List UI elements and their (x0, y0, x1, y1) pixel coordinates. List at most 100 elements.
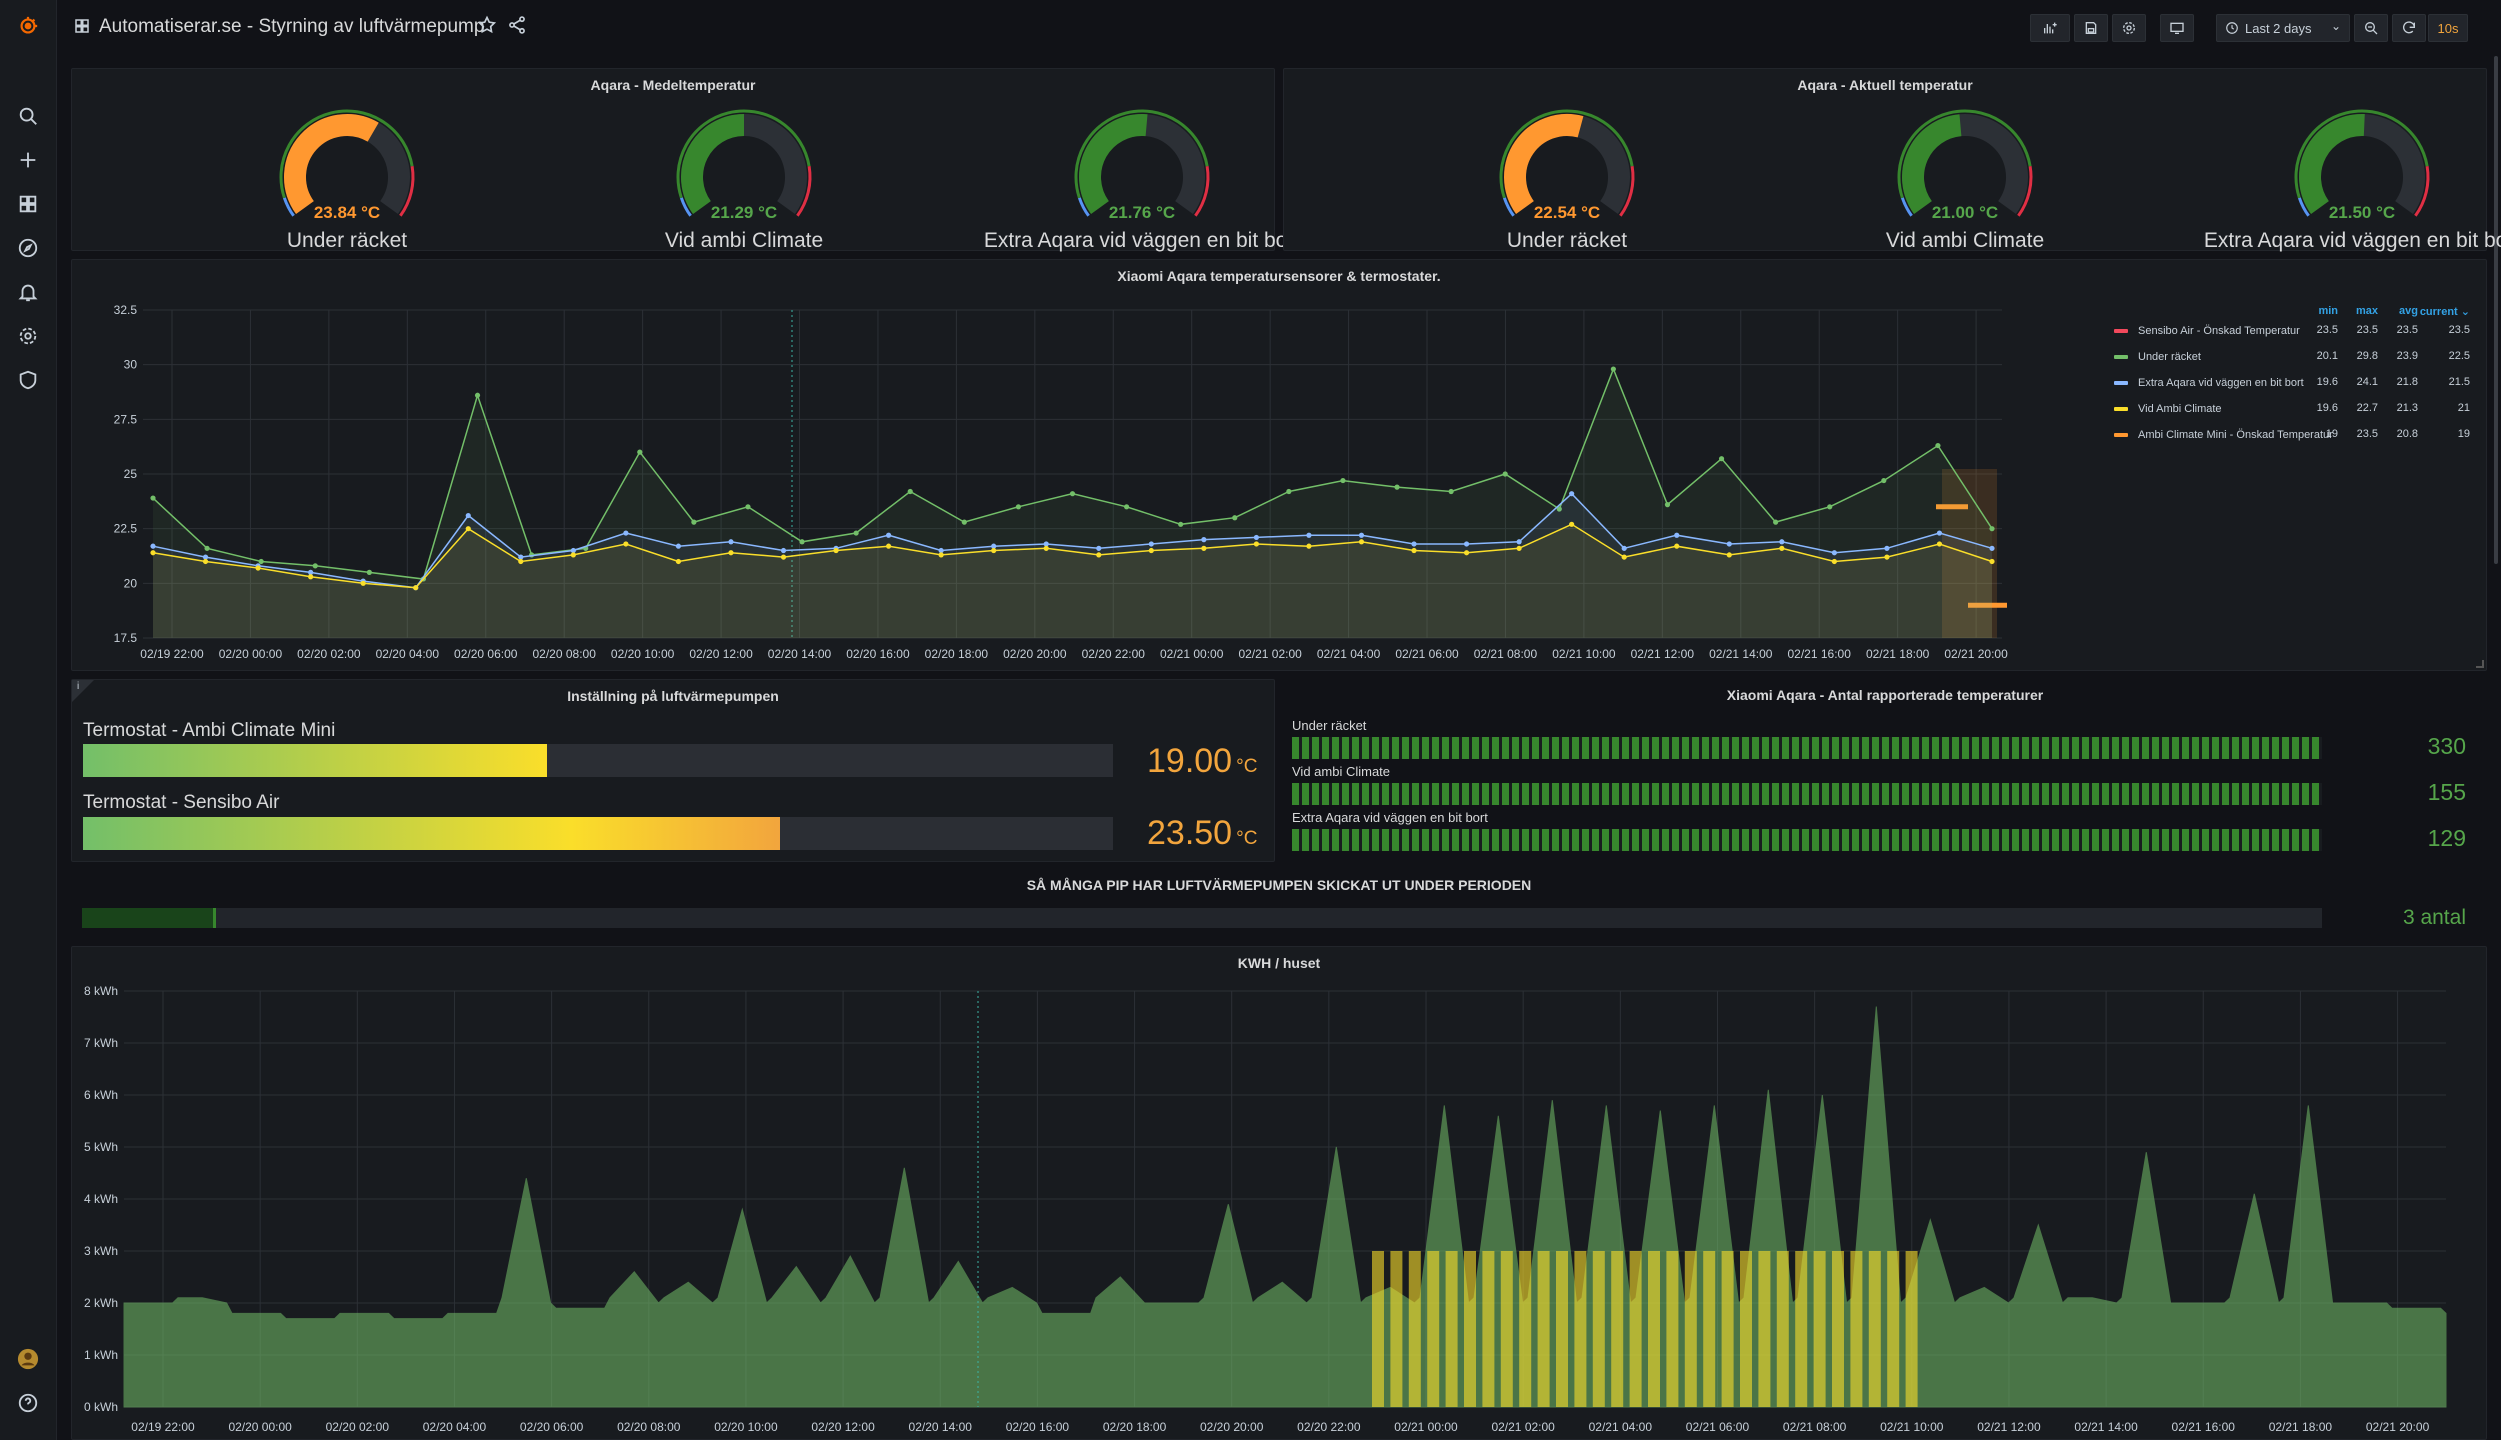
x-tick-label: 02/20 20:00 (1200, 1420, 1264, 1434)
bar-value-ambi-number: 19.00 (1147, 742, 1233, 780)
legend-value-avg: 23.5 (2396, 324, 2418, 336)
y-tick-label: 25 (124, 467, 138, 481)
alerting-bell-icon[interactable] (14, 278, 42, 306)
data-point (413, 585, 419, 591)
y-tick-label: 22.5 (114, 522, 138, 536)
count-bar-vid-ambi (1292, 783, 2322, 805)
gauge-label: Under räcket (1506, 229, 1628, 252)
panel-thermostat-settings: i Inställning på luftvärmepumpen Termost… (71, 679, 1275, 862)
x-tick-label: 02/20 04:00 (376, 647, 440, 661)
legend-item[interactable]: Under räcket (2114, 348, 2201, 366)
data-point (907, 488, 913, 495)
x-tick-label: 02/21 12:00 (1977, 1420, 2041, 1434)
star-icon[interactable] (477, 15, 497, 35)
pips-bar-gauge (82, 908, 2322, 928)
x-tick-label: 02/20 04:00 (423, 1420, 487, 1434)
help-icon[interactable] (14, 1389, 42, 1417)
data-point (1674, 543, 1680, 549)
explore-compass-icon[interactable] (14, 234, 42, 262)
legend-header-current-label: current (2419, 306, 2458, 318)
y-tick-label: 3 kWh (84, 1244, 118, 1258)
legend-swatch (2114, 381, 2128, 385)
panel-resize-handle[interactable] (2476, 660, 2484, 668)
add-panel-button[interactable] (2030, 14, 2070, 42)
data-point (360, 580, 366, 586)
data-point (1411, 547, 1417, 554)
legend-swatch (2114, 329, 2128, 333)
data-point (637, 449, 643, 455)
legend-item[interactable]: Extra Aqara vid väggen en bit bort (2114, 374, 2304, 392)
gauge-label: Vid ambi Climate (1885, 229, 2045, 252)
dashboard-title[interactable]: Automatiserar.se - Styrning av luftvärme… (99, 16, 484, 38)
data-point (474, 392, 481, 398)
configuration-gear-icon[interactable] (14, 322, 42, 350)
y-tick-label: 0 kWh (84, 1400, 118, 1414)
panel-avg-temperature: Aqara - Medeltemperatur 23.84 °C Under r… (71, 68, 1300, 252)
search-icon[interactable] (14, 102, 42, 130)
share-icon[interactable] (507, 15, 527, 35)
gauge-label: Under räcket (286, 229, 408, 252)
heating-bar (1537, 1251, 1550, 1407)
data-point (1674, 532, 1680, 538)
x-tick-label: 02/20 18:00 (925, 647, 989, 661)
legend-value-min: 23.5 (2316, 324, 2338, 336)
data-point (1516, 539, 1522, 545)
kwh-area (123, 1006, 2447, 1408)
bar-value-ambi: 19.00 °C (1147, 742, 1257, 781)
legend-value-max: 23.5 (2356, 324, 2378, 336)
legend-item[interactable]: Sensibo Air - Önskad Temperatur (2114, 322, 2300, 340)
data-point (1015, 504, 1022, 510)
cycle-view-mode-button[interactable] (2160, 14, 2194, 42)
data-point (1306, 543, 1312, 549)
legend-item[interactable]: Vid Ambi Climate (2114, 400, 2222, 418)
gauge-fill (1902, 114, 1962, 215)
data-point (1718, 456, 1725, 462)
legend-header-avg[interactable]: avg (2378, 305, 2418, 317)
data-point (1096, 545, 1102, 551)
user-avatar[interactable] (14, 1345, 42, 1373)
legend-series-name: Under räcket (2138, 351, 2201, 363)
panel-title: SÅ MÅNGA PIP HAR LUFTVÄRMEPUMPEN SKICKAT… (1026, 877, 1532, 893)
x-tick-label: 02/21 10:00 (1880, 1420, 1944, 1434)
data-point (886, 532, 892, 538)
legend-series-name: Extra Aqara vid väggen en bit bort (2138, 377, 2304, 389)
grafana-logo-icon[interactable] (14, 12, 42, 40)
zoom-out-button[interactable] (2354, 14, 2388, 42)
server-admin-shield-icon[interactable] (14, 366, 42, 394)
panel-kwh-graph: KWH / huset 0 kWh 1 kWh 2 kWh 3 kWh 4 kWh 5 k… (71, 946, 2487, 1440)
save-dashboard-button[interactable] (2074, 14, 2108, 42)
refresh-button[interactable] (2392, 14, 2426, 42)
data-point (150, 543, 156, 549)
legend-value-current: 21 (2457, 402, 2470, 414)
legend-value-current: 22.5 (2448, 350, 2470, 362)
refresh-interval-picker[interactable]: 10s (2428, 14, 2468, 42)
x-tick-label: 02/20 02:00 (326, 1420, 390, 1434)
legend-header-min[interactable]: min (2298, 305, 2338, 317)
panel-title: Xiaomi Aqara - Antal rapporterade temper… (1726, 687, 2044, 703)
x-tick-label: 02/21 06:00 (1686, 1420, 1750, 1434)
panel-pips: SÅ MÅNGA PIP HAR LUFTVÄRMEPUMPEN SKICKAT… (71, 870, 2487, 938)
legend-header-max[interactable]: max (2338, 305, 2378, 317)
dashboards-icon[interactable] (14, 190, 42, 218)
data-point (204, 545, 210, 551)
bar-value-sensibo: 23.50 °C (1147, 814, 1257, 853)
data-point (258, 558, 264, 565)
time-range-picker[interactable]: Last 2 days ⌄ (2216, 14, 2350, 42)
panel-title: Aqara - Medeltemperatur (590, 77, 756, 93)
x-tick-label: 02/21 20:00 (2366, 1420, 2430, 1434)
create-plus-icon[interactable] (14, 146, 42, 174)
x-tick-label: 02/20 16:00 (846, 647, 910, 661)
data-point (150, 495, 156, 501)
kwh-bar-chart[interactable]: 0 kWh 1 kWh 2 kWh 3 kWh 4 kWh 5 kWh 6 kWh 7 kWh… (72, 947, 2488, 1440)
x-tick-label: 02/21 12:00 (1631, 647, 1695, 661)
heating-bar (1445, 1251, 1458, 1407)
y-tick-label: 32.5 (114, 303, 138, 317)
x-tick-label: 02/20 10:00 (611, 647, 675, 661)
legend-value-max: 22.7 (2356, 402, 2378, 414)
dashboard-settings-button[interactable] (2112, 14, 2146, 42)
legend-header-current[interactable]: current ⌄ (2418, 305, 2470, 318)
bar-value-sensibo-number: 23.50 (1147, 814, 1233, 852)
heating-bar (1629, 1251, 1642, 1407)
data-point (1148, 547, 1154, 554)
gauge-value: 21.76 °C (1108, 203, 1176, 222)
